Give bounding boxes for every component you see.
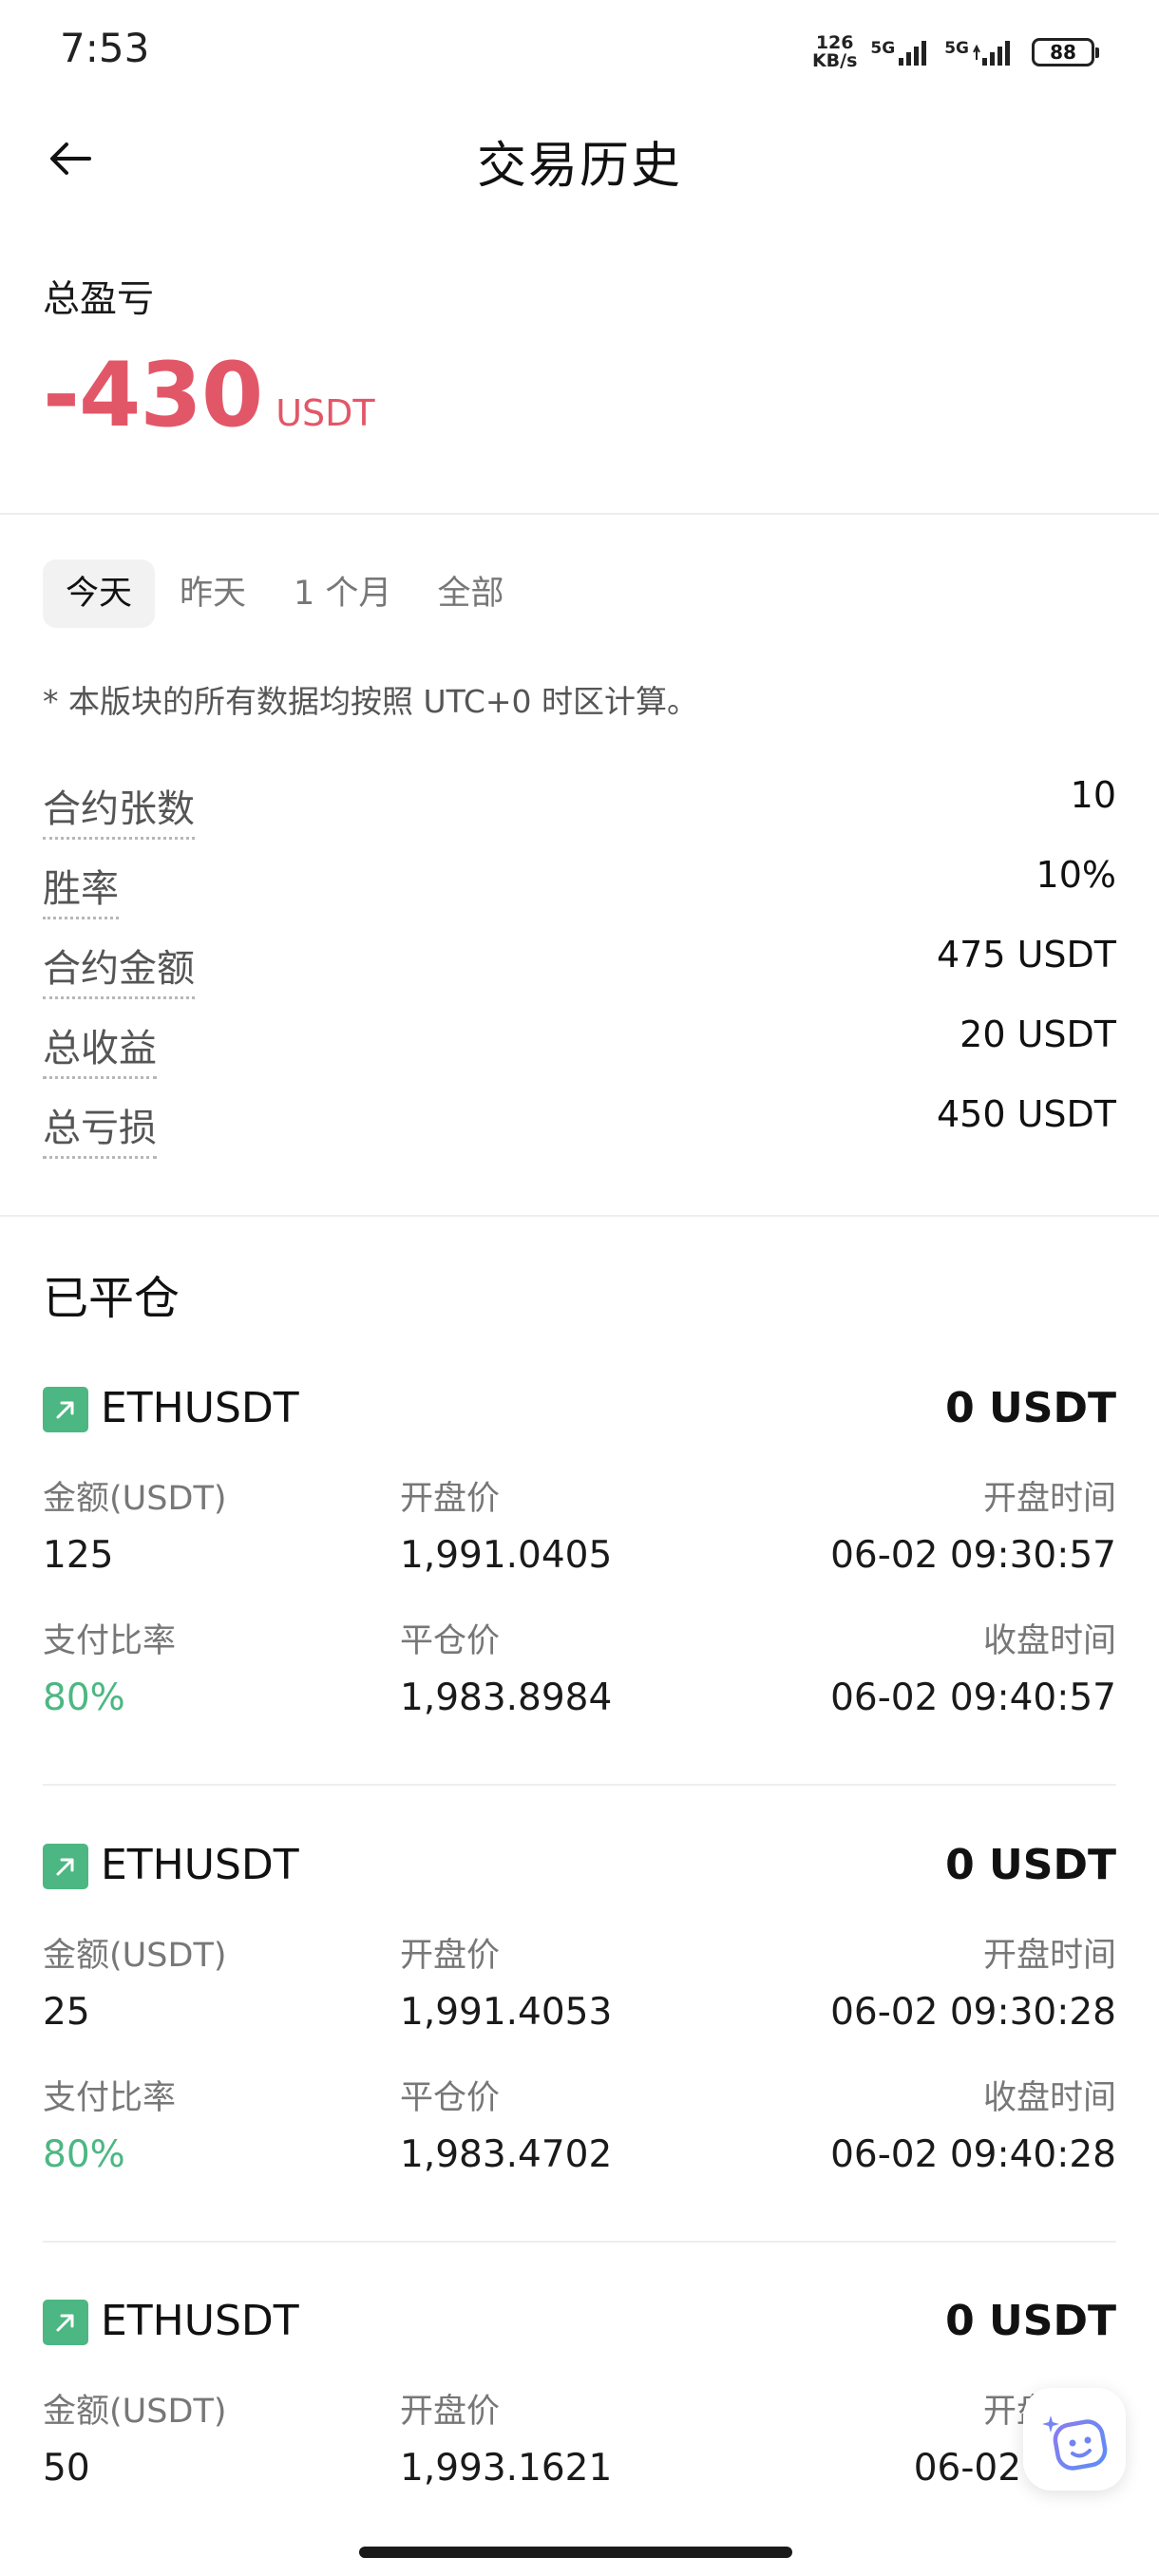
close-price-label: 平仓价 <box>400 2079 501 2117</box>
trade-card[interactable]: ETHUSDT 0 USDT 金额(USDT) 开盘价 开盘时间 125 1,9… <box>43 1382 1116 1800</box>
open-price-label: 开盘价 <box>400 1937 501 1975</box>
stat-label[interactable]: 合约张数 <box>43 778 195 840</box>
stat-total-profit: 总收益 20 USDT <box>43 1013 1116 1093</box>
open-time-value: 06-02 09:30:28 <box>830 1991 1116 2034</box>
trade-pnl: 0 USDT <box>945 1841 1116 1889</box>
amount-label: 金额(USDT) <box>43 2393 227 2431</box>
trade-symbol: ETHUSDT <box>101 1384 299 1432</box>
ai-assistant-button[interactable] <box>1023 2388 1126 2491</box>
signal-1-gen: 5G <box>870 39 896 58</box>
trade-pnl: 0 USDT <box>945 1384 1116 1432</box>
payout-value: 80% <box>43 1676 125 1719</box>
trade-divider <box>43 1784 1116 1786</box>
stat-label[interactable]: 总亏损 <box>43 1097 157 1159</box>
open-time-label: 开盘时间 <box>982 1480 1116 1518</box>
amount-label: 金额(USDT) <box>43 1937 227 1975</box>
stat-label[interactable]: 胜率 <box>43 858 119 919</box>
signal-1: 5G <box>870 39 931 66</box>
stat-label[interactable]: 合约金额 <box>43 938 195 999</box>
stat-value: 10% <box>1036 854 1116 896</box>
header: 交易历史 <box>0 104 1159 213</box>
period-tabs: 今天 昨天 1 个月 全部 <box>43 559 504 628</box>
closed-positions-title: 已平仓 <box>43 1272 180 1325</box>
section-divider <box>0 513 1159 515</box>
status-time: 7:53 <box>60 25 150 71</box>
open-price-label: 开盘价 <box>400 2393 501 2431</box>
stat-total-loss: 总亏损 450 USDT <box>43 1093 1116 1173</box>
stat-value: 20 USDT <box>960 1013 1116 1055</box>
trade-header: ETHUSDT 0 USDT <box>43 2295 1116 2352</box>
close-price-label: 平仓价 <box>400 1622 501 1660</box>
amount-value: 125 <box>43 1534 114 1577</box>
signal-bars-icon <box>899 41 927 66</box>
status-bar: 7:53 126 KB/s 5G 5G 88 <box>0 0 1159 104</box>
section-divider <box>0 1215 1159 1217</box>
tab-today[interactable]: 今天 <box>43 559 156 628</box>
trade-symbol: ETHUSDT <box>101 2297 299 2345</box>
total-pnl-value: -430 <box>43 344 263 447</box>
open-time-value: 06-02 09:30:57 <box>830 1534 1116 1577</box>
payout-label: 支付比率 <box>43 2079 177 2117</box>
payout-label: 支付比率 <box>43 1622 177 1660</box>
signal-2: 5G <box>944 39 1018 66</box>
stat-value: 450 USDT <box>936 1093 1116 1135</box>
assistant-face-icon <box>1042 2415 1108 2471</box>
battery-level: 88 <box>1050 41 1076 64</box>
amount-value: 25 <box>43 1991 90 2034</box>
timezone-note: * 本版块的所有数据均按照 UTC+0 时区计算。 <box>43 683 699 720</box>
open-time-label: 开盘时间 <box>982 1937 1116 1975</box>
trade-pnl: 0 USDT <box>945 2297 1116 2345</box>
page-title: 交易历史 <box>476 138 682 195</box>
trade-card[interactable]: ETHUSDT 0 USDT 金额(USDT) 开盘价 开盘时间 25 1,99… <box>43 1839 1116 2257</box>
arrow-up-right-icon <box>43 1387 88 1432</box>
stat-value: 10 <box>1070 774 1116 816</box>
stat-label[interactable]: 总收益 <box>43 1017 157 1079</box>
trade-header: ETHUSDT 0 USDT <box>43 1839 1116 1896</box>
signal-2-gen: 5G <box>944 39 969 58</box>
trade-header: ETHUSDT 0 USDT <box>43 1382 1116 1439</box>
open-price-label: 开盘价 <box>400 1480 501 1518</box>
network-speed: 126 KB/s <box>812 34 857 70</box>
stat-contracts: 合约张数 10 <box>43 774 1116 854</box>
amount-value: 50 <box>43 2447 90 2490</box>
total-pnl-unit: USDT <box>276 392 375 434</box>
trade-symbol: ETHUSDT <box>101 1841 299 1889</box>
open-price-value: 1,991.0405 <box>400 1534 613 1577</box>
signal-bars-icon <box>973 41 1010 66</box>
close-time-label: 收盘时间 <box>982 1622 1116 1660</box>
arrow-up-right-icon <box>43 1844 88 1889</box>
total-pnl-label: 总盈亏 <box>43 278 155 321</box>
close-time-label: 收盘时间 <box>982 2079 1116 2117</box>
network-speed-unit: KB/s <box>811 50 858 71</box>
status-icons: 126 KB/s 5G 5G 88 <box>812 30 1099 74</box>
stat-win-rate: 胜率 10% <box>43 854 1116 934</box>
tab-all[interactable]: 全部 <box>437 559 504 628</box>
total-pnl: -430 USDT <box>43 344 375 447</box>
stat-value: 475 USDT <box>936 934 1116 975</box>
tab-yesterday[interactable]: 昨天 <box>180 559 246 628</box>
trade-card[interactable]: ETHUSDT 0 USDT 金额(USDT) 开盘价 开盘时间 50 1,99… <box>43 2295 1116 2523</box>
open-price-value: 1,991.4053 <box>400 1991 613 2034</box>
battery-icon: 88 <box>1032 38 1099 66</box>
open-price-value: 1,993.1621 <box>400 2447 613 2490</box>
close-price-value: 1,983.4702 <box>400 2133 613 2176</box>
close-time-value: 06-02 09:40:28 <box>830 2133 1116 2176</box>
close-time-value: 06-02 09:40:57 <box>830 1676 1116 1719</box>
amount-label: 金额(USDT) <box>43 1480 227 1518</box>
arrow-up-right-icon <box>43 2300 88 2345</box>
close-price-value: 1,983.8984 <box>400 1676 613 1719</box>
home-indicator[interactable] <box>359 2547 792 2558</box>
stat-contract-amount: 合约金额 475 USDT <box>43 934 1116 1013</box>
tab-one-month[interactable]: 1 个月 <box>294 559 391 628</box>
payout-value: 80% <box>43 2133 125 2176</box>
stats-list: 合约张数 10 胜率 10% 合约金额 475 USDT 总收益 20 USDT… <box>43 774 1116 1173</box>
trade-divider <box>43 2241 1116 2243</box>
